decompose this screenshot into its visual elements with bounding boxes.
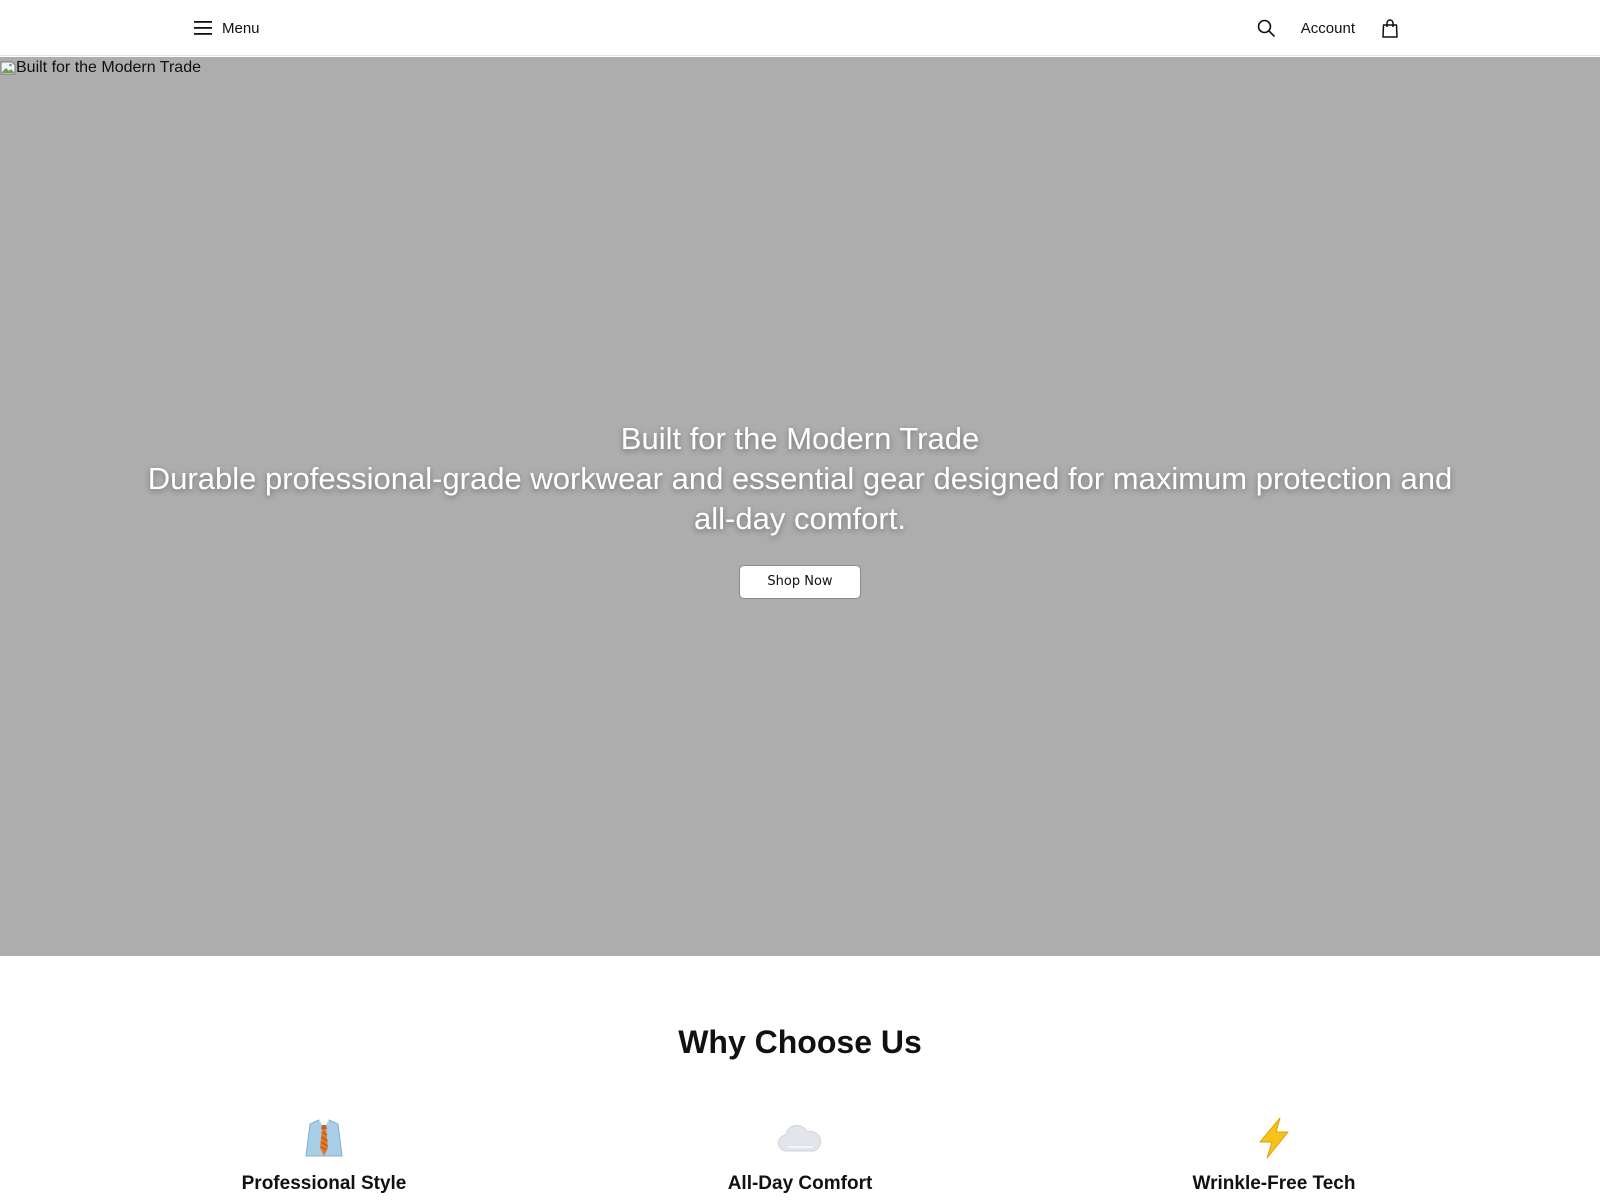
feature-title: All-Day Comfort <box>727 1173 873 1194</box>
hero-subtitle: Durable professional-grade workwear and … <box>147 461 1453 536</box>
feature-item: Wrinkle-Free Tech <box>1124 1115 1424 1195</box>
hero-title: Built for the Modern Trade <box>620 421 980 456</box>
shirt-tie-icon <box>174 1115 474 1161</box>
feature-item: Professional Style <box>174 1115 474 1195</box>
section-title: Why Choose Us <box>678 1024 922 1060</box>
header-actions: Account <box>1255 14 1400 42</box>
feature-title: Wrinkle-Free Tech <box>1192 1173 1356 1194</box>
site-header: Menu Account <box>0 0 1600 56</box>
feature-title: Professional Style <box>241 1173 407 1194</box>
shopping-bag-icon[interactable] <box>1380 17 1400 39</box>
search-icon[interactable] <box>1255 17 1277 39</box>
lightning-icon <box>1124 1115 1424 1161</box>
hero-content: Built for the Modern Trade Durable profe… <box>0 419 1600 599</box>
menu-button[interactable]: Menu <box>194 16 260 40</box>
cloud-icon <box>650 1115 950 1161</box>
features-list: Professional Style All-Day Comfort Wrink… <box>0 1115 1600 1200</box>
menu-label: Menu <box>222 19 260 37</box>
shop-now-button[interactable]: Shop Now <box>739 565 861 599</box>
hero-image: Built for the Modern Trade <box>0 59 201 77</box>
hamburger-icon <box>194 20 212 36</box>
hero-image-alt-text: Built for the Modern Trade <box>16 59 201 76</box>
account-link[interactable]: Account <box>1301 20 1355 37</box>
broken-image-icon <box>0 60 16 76</box>
hero-banner: Built for the Modern Trade Built for the… <box>0 57 1600 956</box>
feature-item: All-Day Comfort <box>650 1115 950 1195</box>
